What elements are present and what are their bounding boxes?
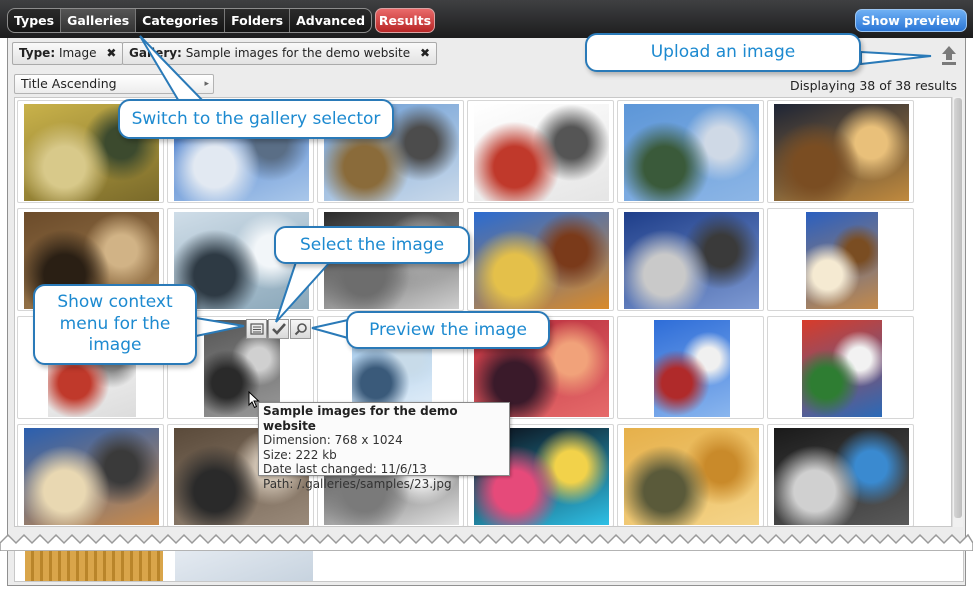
screenshot-break-edge	[0, 533, 973, 551]
tab-galleries[interactable]: Galleries	[60, 9, 136, 32]
image-info-tooltip: Sample images for the demo website Dimen…	[258, 402, 510, 491]
sort-select[interactable]: Title Ascending ▸	[14, 74, 214, 94]
filter-key: Type:	[19, 46, 56, 60]
tab-folders[interactable]: Folders	[224, 9, 289, 32]
image-cell[interactable]	[767, 208, 914, 311]
thumbnail[interactable]	[806, 212, 878, 309]
thumbnail[interactable]	[774, 104, 909, 201]
tooltip-title: Sample images for the demo website	[263, 404, 458, 433]
filter-chip-type: Type: Image ✖	[12, 42, 124, 65]
image-cell[interactable]	[617, 208, 764, 311]
image-cell[interactable]	[617, 424, 764, 526]
chevron-right-icon: ▸	[204, 79, 209, 89]
scrollbar-thumb[interactable]	[954, 98, 962, 518]
checkmark-icon[interactable]	[268, 319, 289, 339]
callout-context-menu: Show context menu for the image	[33, 284, 197, 365]
callout-gallery-selector: Switch to the gallery selector	[118, 99, 394, 139]
image-cell[interactable]	[467, 208, 614, 311]
mouse-cursor-icon	[248, 391, 260, 409]
tooltip-dimension: Dimension: 768 x 1024	[263, 433, 403, 447]
tab-advanced[interactable]: Advanced	[289, 9, 371, 32]
result-count: Displaying 38 of 38 results	[789, 78, 957, 93]
magnifier-icon[interactable]	[290, 319, 311, 339]
show-preview-button[interactable]: Show preview	[855, 9, 967, 32]
tab-strip: Types Galleries Categories Folders Advan…	[7, 8, 373, 33]
image-cell[interactable]	[767, 424, 914, 526]
thumbnail[interactable]	[24, 428, 159, 525]
image-cell[interactable]	[617, 100, 764, 203]
tooltip-size: Size: 222 kb	[263, 447, 337, 462]
upload-icon[interactable]	[939, 44, 959, 66]
filter-value: Sample images for the demo website	[185, 46, 411, 60]
thumbnail[interactable]	[624, 104, 759, 201]
callout-preview-image: Preview the image	[346, 311, 550, 349]
callout-upload: Upload an image	[585, 33, 861, 72]
filter-chip-gallery: Gallery: Sample images for the demo webs…	[122, 42, 437, 65]
image-cell[interactable]	[767, 100, 914, 203]
image-action-toolbar	[246, 319, 312, 339]
tab-types[interactable]: Types	[8, 9, 60, 32]
tooltip-date: Date last changed: 11/6/13	[263, 462, 427, 476]
image-cell[interactable]	[467, 100, 614, 203]
sort-selected-value: Title Ascending	[21, 76, 117, 91]
thumbnail[interactable]	[474, 212, 609, 309]
image-cell[interactable]	[17, 424, 164, 526]
gallery-dialog: Types Galleries Categories Folders Advan…	[0, 0, 973, 591]
thumbnail[interactable]	[802, 320, 882, 417]
image-cell[interactable]	[617, 316, 764, 419]
thumbnail[interactable]	[474, 104, 609, 201]
results-tab-button[interactable]: Results	[375, 8, 435, 33]
remove-filter-icon[interactable]: ✖	[106, 46, 116, 60]
context-menu-icon[interactable]	[246, 319, 267, 339]
tooltip-path: Path: /.galleries/samples/23.jpg	[263, 476, 452, 491]
thumbnail[interactable]	[774, 428, 909, 525]
tab-categories[interactable]: Categories	[135, 9, 224, 32]
thumbnail[interactable]	[175, 551, 313, 581]
callout-select-image: Select the image	[274, 226, 470, 264]
image-cell[interactable]	[767, 316, 914, 419]
thumbnail[interactable]	[624, 428, 759, 525]
filter-value: Image	[58, 46, 97, 60]
thumbnail[interactable]	[654, 320, 730, 417]
remove-filter-icon[interactable]: ✖	[420, 46, 430, 60]
thumbnail[interactable]	[624, 212, 759, 309]
image-grid-continued	[14, 546, 964, 582]
thumbnail[interactable]	[25, 551, 163, 581]
filter-key: Gallery:	[129, 46, 182, 60]
